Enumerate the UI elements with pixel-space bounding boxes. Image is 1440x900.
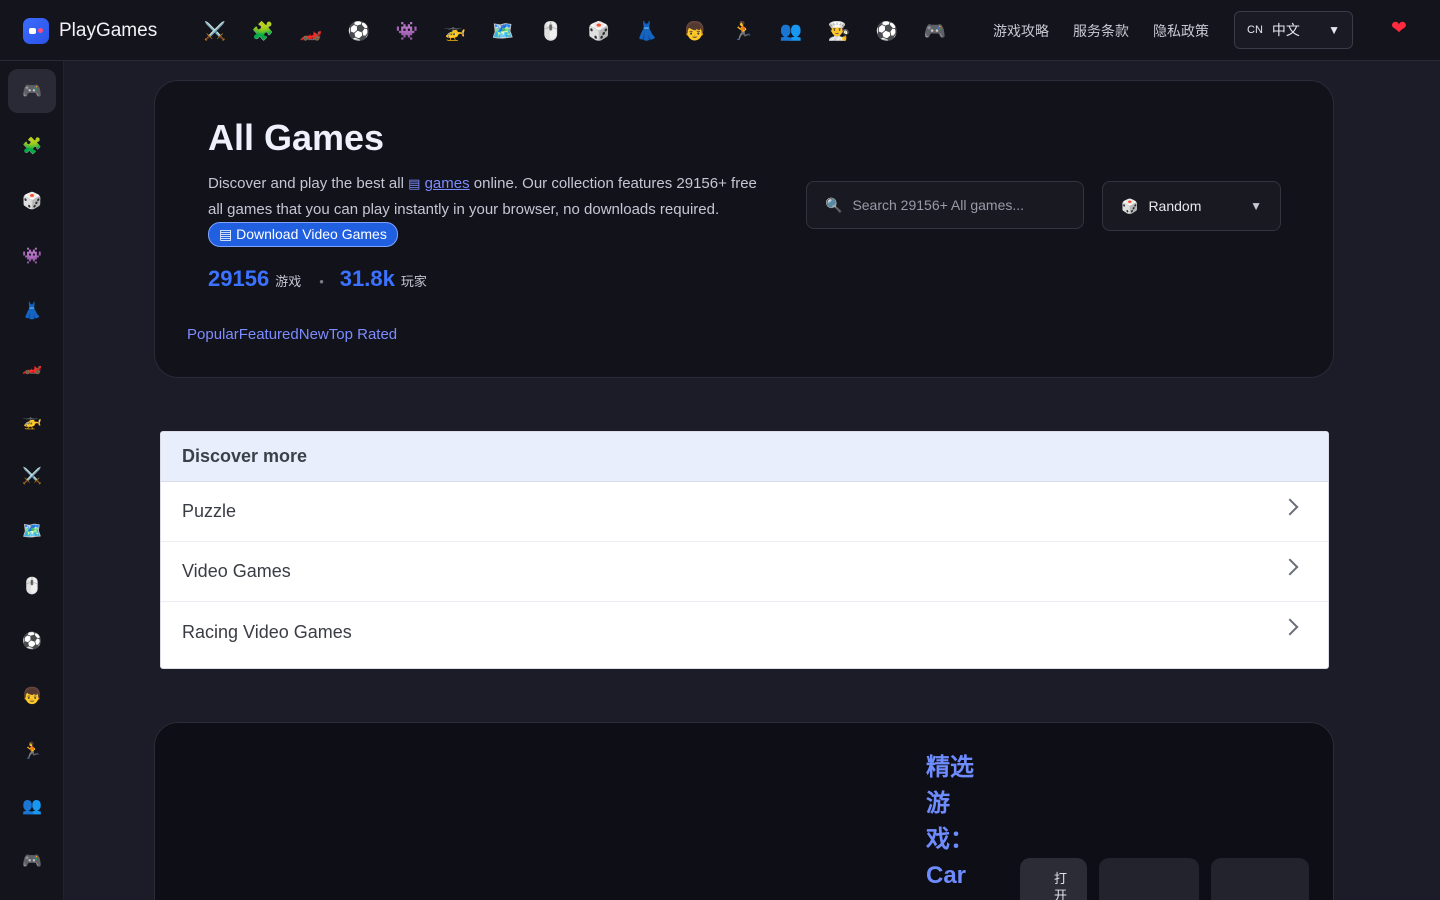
sidebar-helicopter-icon[interactable]: 🚁 [8, 399, 56, 443]
discover-more-panel: Discover more Puzzle Video Games Racing … [160, 431, 1329, 669]
chef-icon[interactable]: 👨‍🍳 [824, 16, 854, 46]
chevron-right-icon [1281, 498, 1299, 516]
games-count: 29156 [208, 266, 270, 291]
dice-icon: 🎲 [1121, 197, 1139, 214]
sidebar-dress-icon[interactable]: 👗 [8, 289, 56, 333]
sidebar: 🎮 🧩 🎲 👾 👗 🏎️ 🚁 ⚔️ 🗺️ 🖱️ ⚽ 👦 🏃 👥 🎮 [0, 61, 64, 900]
helicopter-icon[interactable]: 🚁 [440, 16, 470, 46]
soccer-ball-icon[interactable]: ⚽ [344, 16, 374, 46]
game-thumbnail[interactable] [1099, 858, 1199, 900]
games-link[interactable]: games [425, 175, 470, 192]
tab-popular[interactable]: Popular [187, 326, 239, 343]
chevron-right-icon [1281, 558, 1299, 576]
tab-top-rated[interactable]: Top Rated [329, 326, 397, 343]
discover-item-racing-video-games[interactable]: Racing Video Games [161, 602, 1328, 662]
open-label: 打开 [1054, 871, 1068, 900]
sidebar-race-car-icon[interactable]: 🏎️ [8, 344, 56, 388]
search-placeholder: Search 29156+ All games... [852, 197, 1025, 213]
sidebar-space-invader-icon[interactable]: 👾 [8, 234, 56, 278]
map-icon[interactable]: 🗺️ [488, 16, 518, 46]
privacy-link[interactable]: 隐私政策 [1153, 21, 1209, 41]
boy-face-icon[interactable]: 👦 [680, 16, 710, 46]
brand[interactable]: PlayGames [23, 17, 157, 45]
stats-separator: • [319, 274, 324, 289]
download-video-games-button[interactable]: ▤ Download Video Games [208, 222, 398, 247]
top-navigation-bar: PlayGames ⚔️ 🧩 🏎️ ⚽ 👾 🚁 🗺️ 🖱️ 🎲 👗 👦 🏃 👥 👨‍🍳 ⚽ 🎮 游戏攻略 服务… [0, 0, 1440, 61]
discover-item-label: Puzzle [182, 501, 237, 521]
sidebar-dice-icon[interactable]: 🎲 [8, 179, 56, 223]
guides-link[interactable]: 游戏攻略 [993, 21, 1049, 41]
sidebar-boy-face-icon[interactable]: 👦 [8, 674, 56, 718]
players-count-label: 玩家 [400, 274, 427, 289]
heart-icon[interactable]: ❤ [1388, 18, 1410, 40]
language-select[interactable]: CN 中文 ▼ [1234, 11, 1353, 49]
description-prefix: Discover and play the best all [208, 175, 409, 192]
players-count: 31.8k [339, 266, 395, 291]
sidebar-soccer-ball-icon[interactable]: ⚽ [8, 619, 56, 663]
discover-item-puzzle[interactable]: Puzzle [161, 482, 1328, 542]
stats-row: 29156 游戏 • 31.8k 玩家 [208, 266, 427, 292]
chevron-down-icon: ▼ [1250, 199, 1262, 213]
language-label: 中文 [1271, 22, 1300, 38]
chevron-right-icon [1281, 618, 1299, 636]
mouse-icon[interactable]: 🖱️ [536, 16, 566, 46]
soccer-ball-icon[interactable]: ⚽ [872, 16, 902, 46]
playgames-logo-icon [23, 18, 49, 44]
featured-game-card: 精选游戏：Car 打开 [154, 722, 1334, 900]
page-title: All Games [208, 117, 385, 158]
language-code: CN [1247, 24, 1263, 36]
tab-featured[interactable]: Featured [239, 326, 299, 343]
discover-item-label: Racing Video Games [182, 621, 352, 642]
top-links: 游戏攻略 服务条款 隐私政策 [993, 21, 1209, 41]
discover-item-video-games[interactable]: Video Games [161, 542, 1328, 602]
sidebar-mouse-icon[interactable]: 🖱️ [8, 564, 56, 608]
sidebar-running-person-icon[interactable]: 🏃 [8, 729, 56, 773]
crossed-swords-icon[interactable]: ⚔️ [200, 16, 230, 46]
dice-icon[interactable]: 🎲 [584, 16, 614, 46]
dress-icon[interactable]: 👗 [632, 16, 662, 46]
terms-link[interactable]: 服务条款 [1073, 21, 1129, 41]
chevron-down-icon: ▼ [1328, 23, 1340, 37]
tab-new[interactable]: New [299, 326, 329, 343]
hero-card: All Games Discover and play the best all… [154, 80, 1334, 378]
running-person-icon[interactable]: 🏃 [728, 16, 758, 46]
category-icon-bar: ⚔️ 🧩 🏎️ ⚽ 👾 🚁 🗺️ 🖱️ 🎲 👗 👦 🏃 👥 👨‍🍳 ⚽ 🎮 [200, 16, 950, 46]
games-count-label: 游戏 [275, 274, 302, 289]
sort-select[interactable]: 🎲 Random ▼ [1102, 181, 1281, 231]
sidebar-gamepad-icon[interactable]: 🎮 [8, 69, 56, 113]
sort-label: Random [1148, 198, 1202, 214]
two-people-icon[interactable]: 👥 [776, 16, 806, 46]
brand-name: PlayGames [59, 20, 158, 41]
puzzle-piece-icon[interactable]: 🧩 [248, 16, 278, 46]
sort-tabs: Popular Featured New Top Rated [187, 326, 397, 343]
game-thumbnail[interactable] [1211, 858, 1309, 900]
space-invader-icon[interactable]: 👾 [392, 16, 422, 46]
open-game-button[interactable]: 打开 [1020, 858, 1087, 900]
search-icon: 🔍 [825, 196, 843, 213]
games-glyph-icon: ▤ [408, 176, 421, 191]
featured-title: 精选游戏：Car [926, 754, 974, 889]
discover-item-label: Video Games [182, 561, 291, 581]
sidebar-crossed-swords-icon[interactable]: ⚔️ [8, 454, 56, 498]
sidebar-gamepad-icon[interactable]: 🎮 [8, 839, 56, 883]
sidebar-map-icon[interactable]: 🗺️ [8, 509, 56, 553]
sidebar-puzzle-piece-icon[interactable]: 🧩 [8, 124, 56, 168]
gamepad-icon[interactable]: 🎮 [920, 16, 950, 46]
discover-more-heading: Discover more [161, 432, 1328, 482]
search-input[interactable]: 🔍 Search 29156+ All games... [806, 181, 1084, 229]
page-description: Discover and play the best all ▤ games o… [208, 171, 768, 248]
sidebar-two-people-icon[interactable]: 👥 [8, 784, 56, 828]
race-car-icon[interactable]: 🏎️ [296, 16, 326, 46]
